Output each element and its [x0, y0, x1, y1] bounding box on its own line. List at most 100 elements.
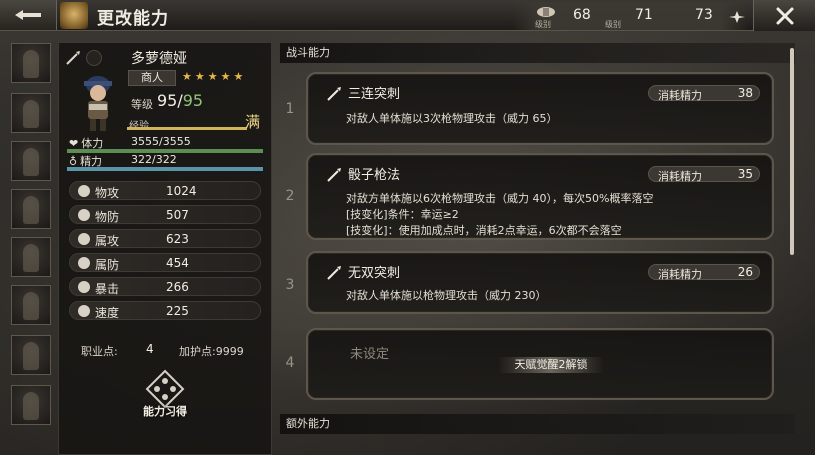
exp-bar: [127, 127, 247, 130]
level-label: 等级: [131, 98, 153, 111]
stat-value: 68: [573, 7, 591, 23]
stat-value: 266: [166, 280, 189, 294]
stat-value: 71: [635, 7, 653, 23]
party-portrait[interactable]: [11, 189, 51, 229]
ability-emblem-icon: [60, 2, 88, 29]
stat-value: 454: [166, 256, 189, 270]
stat-value: 507: [166, 208, 189, 222]
sp-cost-label: 消耗精力: [658, 170, 702, 183]
sp-cost-value: 26: [737, 265, 753, 279]
skill-name: 未设定: [350, 347, 390, 362]
skill-description: 对敌人单体施以枪物理攻击（威力 230）: [346, 289, 547, 302]
sp-cost-value: 38: [737, 86, 753, 100]
exp-max-indicator: 满: [245, 113, 261, 131]
page-title: 更改能力: [97, 9, 169, 29]
stat-value: 225: [166, 304, 189, 318]
mp-bar: [67, 167, 263, 171]
party-portrait[interactable]: [11, 141, 51, 181]
learn-ability-button[interactable]: 能力习得: [135, 369, 195, 419]
sparkle-icon: [729, 11, 745, 23]
stat-row-elem-atk: 属攻 623: [69, 229, 261, 248]
stat-row-elem-def: 属防 454: [69, 253, 261, 272]
stat-label: 暴击: [95, 282, 120, 296]
slot-number: 3: [285, 277, 295, 293]
spear-icon: [327, 87, 341, 101]
skill-name: 骰子枪法: [348, 168, 401, 183]
rarity-stars: ★★★★★: [182, 70, 247, 83]
class-badge: 商人: [128, 70, 176, 86]
stat-label: 速度: [95, 306, 120, 320]
lantern-icon: [537, 7, 555, 17]
top-bar: 更改能力 级别 68 级别 71 73: [0, 0, 815, 31]
stat-row-crit: 暴击 266: [69, 277, 261, 296]
skill-description: [技变化]：使用加成点时，消耗2点幸运，6次都不会落空: [346, 224, 622, 237]
skill-description: 对敌方单体施以6次枪物理攻击（威力 40），每次50%概率落空: [346, 192, 654, 205]
skill-card[interactable]: 无双突刺 消耗精力 26 对敌人单体施以枪物理攻击（威力 230）: [306, 251, 774, 314]
stat-label: 属防: [95, 258, 120, 272]
slot-number: 1: [285, 101, 295, 117]
sp-cost-label: 消耗精力: [658, 89, 702, 102]
stat-row-phys-def: 物防 507: [69, 205, 261, 224]
skill-card[interactable]: 三连突刺 消耗精力 38 对敌人单体施以3次枪物理攻击（威力 65）: [306, 72, 774, 145]
character-sprite: [84, 76, 112, 131]
party-portrait-list: [0, 35, 58, 455]
party-portrait[interactable]: [11, 93, 51, 133]
unlock-requirement: 天赋觉醒2解锁: [498, 357, 604, 373]
skill-card[interactable]: 骰子枪法 消耗精力 35 对敌方单体施以6次枪物理攻击（威力 40），每次50%…: [306, 153, 774, 240]
spear-icon: [66, 51, 80, 65]
job-points-label: 职业点:: [81, 345, 118, 358]
hp-value: 3555/3555: [131, 135, 191, 148]
skill-name: 无双突刺: [348, 266, 401, 281]
character-name: 多萝德娅: [131, 51, 187, 67]
party-stats: 级别 68 级别 71 73: [513, 2, 749, 30]
bonus-points: 加护点:9999: [179, 345, 244, 358]
elem-def-icon: [78, 257, 90, 269]
arrow-left-icon: [15, 10, 41, 20]
party-portrait[interactable]: [11, 285, 51, 325]
stat-slot-1: 级别 68: [513, 2, 603, 30]
sp-cost-value: 35: [737, 167, 753, 181]
back-button[interactable]: [0, 0, 57, 30]
stat-row-phys-atk: 物攻 1024: [69, 181, 261, 200]
section-header-extra: 额外能力: [280, 414, 795, 434]
stat-label: 物攻: [95, 186, 120, 200]
sp-cost-badge: 消耗精力 26: [648, 264, 760, 281]
skill-description: 对敌人单体施以3次枪物理攻击（威力 65）: [346, 112, 558, 125]
job-points-value: 4: [146, 342, 154, 356]
speed-icon: [78, 305, 90, 317]
elem-atk-icon: [78, 233, 90, 245]
stat-sub-label: 级别: [605, 20, 621, 29]
party-portrait[interactable]: [11, 43, 51, 83]
stat-label: 属攻: [95, 234, 120, 248]
spear-icon: [327, 168, 341, 182]
section-header-battle: 战斗能力: [280, 43, 795, 63]
mp-value: 322/322: [131, 153, 177, 166]
level-value: 95/95: [157, 91, 204, 110]
skill-name: 三连突刺: [348, 87, 401, 102]
phys-atk-icon: [78, 185, 90, 197]
stat-value: 623: [166, 232, 189, 246]
close-button[interactable]: [753, 0, 815, 31]
sp-cost-label: 消耗精力: [658, 268, 702, 281]
party-portrait[interactable]: [11, 237, 51, 277]
slot-number: 4: [285, 355, 295, 371]
stat-slot-2: 级别 71: [605, 2, 675, 30]
spear-icon: [327, 266, 341, 280]
stat-label: 物防: [95, 210, 120, 224]
scrollbar[interactable]: [790, 48, 794, 255]
sp-cost-badge: 消耗精力 38: [648, 85, 760, 102]
party-portrait[interactable]: [11, 385, 51, 425]
learn-ability-label: 能力习得: [143, 405, 187, 418]
stat-value: 73: [695, 7, 713, 23]
character-panel: 多萝德娅 商人 ★★★★★ 等级 95/95 经验 满 ❤体力 3555/355…: [58, 42, 272, 455]
skill-card-locked[interactable]: 未设定 天赋觉醒2解锁: [306, 328, 774, 400]
accessory-icon: [86, 50, 102, 66]
stat-value: 1024: [166, 184, 197, 198]
crit-icon: [78, 281, 90, 293]
stat-sub-label: 级别: [535, 20, 551, 29]
sp-cost-badge: 消耗精力 35: [648, 166, 760, 183]
stat-slot-3: 73: [673, 2, 749, 30]
stat-row-speed: 速度 225: [69, 301, 261, 320]
close-icon: [776, 7, 793, 24]
party-portrait[interactable]: [11, 335, 51, 375]
